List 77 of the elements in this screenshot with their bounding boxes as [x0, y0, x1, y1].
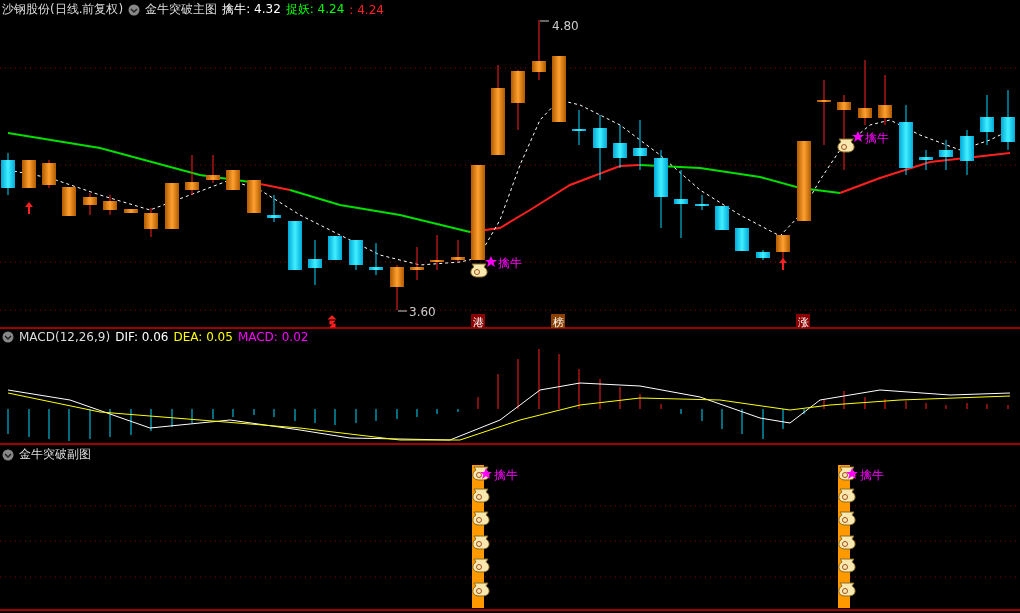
event-badge: 港 — [471, 314, 485, 328]
candlestick — [42, 159, 56, 189]
stock-title: 沙钢股份(日线.前复权) — [2, 1, 124, 18]
macd-reading: DEA: 0.05 — [173, 330, 233, 344]
indicator-reading: 捉妖: 4.24 — [285, 1, 345, 18]
candlestick — [878, 74, 892, 126]
indicator-reading: : 4.24 — [349, 2, 384, 17]
event-badge: 榜 — [551, 314, 565, 328]
signal-label: 擒牛 — [494, 468, 518, 482]
macd-title: MACD(12,26,9) — [19, 330, 111, 344]
indicator-title: 金牛突破主图 — [145, 1, 218, 18]
candlestick — [674, 169, 688, 239]
candlestick — [532, 19, 546, 81]
candlestick — [1, 152, 15, 196]
candlestick — [369, 242, 383, 276]
candlestick — [328, 235, 342, 261]
candlestick — [144, 207, 158, 238]
candlestick — [1001, 89, 1015, 151]
indicator-reading: 擒牛: 4.32 — [222, 1, 281, 18]
candlestick — [308, 239, 322, 286]
candlestick — [980, 94, 994, 146]
candlestick — [451, 239, 465, 263]
candlestick — [22, 159, 36, 189]
candlestick — [206, 154, 220, 184]
price-label: 3.60 — [409, 305, 436, 319]
macd-reading: MACD: 0.02 — [237, 330, 309, 344]
money-bag-icon — [470, 263, 488, 278]
event-badge: 涨 — [796, 314, 810, 328]
money-bag-icon — [837, 138, 855, 153]
star-icon — [480, 468, 492, 479]
candlestick — [226, 169, 240, 191]
candlestick — [124, 208, 138, 214]
candlestick — [410, 246, 424, 281]
candlestick — [817, 79, 831, 146]
candlestick — [552, 55, 566, 123]
candlestick — [511, 69, 525, 131]
candlestick — [695, 194, 709, 211]
candlestick — [919, 149, 933, 171]
candlestick — [633, 119, 647, 171]
dropdown-icon[interactable] — [2, 331, 14, 343]
candlestick — [390, 264, 404, 311]
candlestick — [960, 129, 974, 176]
candlestick — [939, 139, 953, 171]
candlestick — [267, 194, 281, 223]
star-icon — [846, 468, 858, 479]
candlestick — [715, 205, 729, 231]
dollar-arrow-icon — [327, 315, 336, 328]
candlestick — [288, 220, 302, 271]
sub-chart-title: 金牛突破副图 — [19, 446, 91, 463]
candlestick — [593, 114, 607, 181]
leader-line — [539, 20, 550, 22]
macd-reading: DIF: 0.06 — [115, 330, 169, 344]
signal-label: 擒牛 — [865, 131, 889, 145]
dropdown-icon[interactable] — [2, 448, 14, 461]
candlestick — [735, 227, 749, 252]
dropdown-icon[interactable] — [128, 3, 141, 16]
candlestick — [165, 182, 179, 230]
candlestick — [83, 192, 97, 216]
leader-line — [397, 310, 408, 312]
price-label: 4.80 — [552, 19, 579, 33]
candlestick — [899, 104, 913, 176]
candlestick — [103, 194, 117, 216]
candlestick — [858, 59, 872, 126]
candlestick — [62, 186, 76, 217]
signal-label: 擒牛 — [498, 256, 522, 270]
signal-label: 擒牛 — [860, 468, 884, 482]
candlestick — [613, 124, 627, 169]
candlestick — [430, 234, 444, 271]
candlestick — [756, 249, 770, 261]
up-arrow-icon — [25, 202, 33, 214]
up-arrow-icon — [779, 258, 787, 270]
candlestick — [247, 179, 261, 214]
star-icon — [852, 131, 864, 142]
candlestick — [349, 239, 363, 271]
star-icon — [485, 256, 497, 267]
candlestick — [572, 109, 586, 146]
candlestick — [185, 154, 199, 196]
